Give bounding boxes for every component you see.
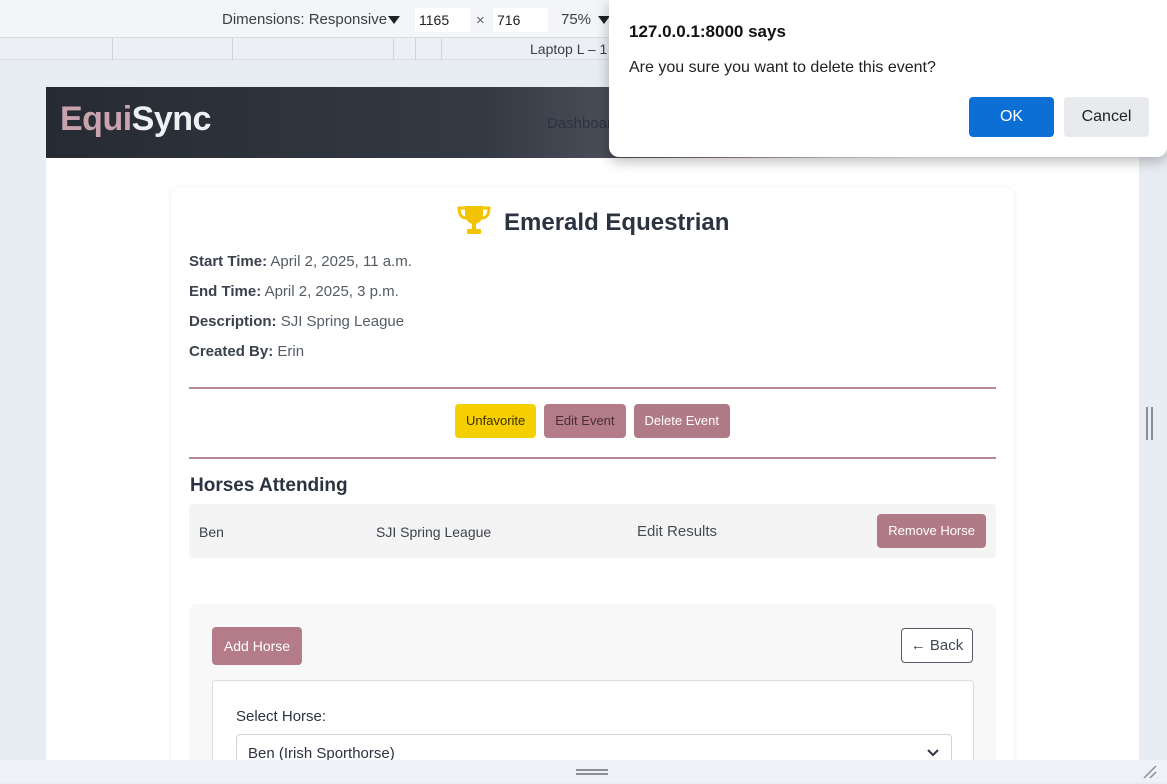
page-viewport: EquiSync Dashboar Emerald Equestrian Sta…: [46, 87, 1139, 760]
ok-button[interactable]: OK: [969, 97, 1054, 137]
chevron-down-icon: [926, 745, 940, 760]
horse-row: Ben SJI Spring League Edit Results Remov…: [189, 504, 996, 558]
add-horse-form: Select Horse: Ben (Irish Sporthorse): [212, 680, 974, 760]
confirm-dialog: 127.0.0.1:8000 says Are you sure you wan…: [609, 0, 1167, 157]
height-input[interactable]: [493, 8, 548, 32]
select-horse-label: Select Horse:: [236, 708, 327, 725]
description-detail: Description: SJI Spring League: [189, 313, 405, 330]
nav-link-dashboard[interactable]: Dashboar: [547, 115, 612, 132]
bottom-resize-handle[interactable]: [576, 769, 608, 775]
media-query-segment[interactable]: [393, 38, 394, 60]
divider: [189, 387, 996, 389]
horse-name: Ben: [199, 524, 224, 540]
event-detail-card: Emerald Equestrian Start Time: April 2, …: [171, 187, 1014, 760]
trophy-icon: [456, 204, 492, 241]
brand-logo[interactable]: EquiSync: [60, 100, 211, 139]
corner-resize-icon[interactable]: [1141, 763, 1157, 784]
select-horse-value: Ben (Irish Sporthorse): [248, 745, 395, 760]
unfavorite-button[interactable]: Unfavorite: [455, 404, 537, 438]
event-title-row: Emerald Equestrian: [171, 204, 1014, 241]
dimensions-dropdown[interactable]: Dimensions: Responsive: [222, 11, 387, 28]
event-actions: Unfavorite Edit Event Delete Event: [171, 404, 1014, 438]
select-horse-dropdown[interactable]: Ben (Irish Sporthorse): [236, 734, 952, 760]
add-horse-button[interactable]: Add Horse: [212, 627, 302, 665]
media-query-segment[interactable]: [112, 38, 113, 60]
media-query-segment[interactable]: [441, 38, 442, 60]
event-title: Emerald Equestrian: [504, 208, 730, 236]
dialog-message: Are you sure you want to delete this eve…: [629, 59, 936, 76]
edit-event-button[interactable]: Edit Event: [544, 404, 626, 438]
dialog-title: 127.0.0.1:8000 says: [629, 22, 786, 41]
media-query-segment[interactable]: [232, 38, 233, 60]
side-resize-handle[interactable]: [1146, 407, 1153, 440]
dimensions-caret-icon[interactable]: [388, 16, 400, 24]
remove-horse-button[interactable]: Remove Horse: [877, 514, 986, 548]
device-preset-label[interactable]: Laptop L – 1: [530, 41, 607, 57]
back-button[interactable]: ← Back: [901, 628, 973, 663]
start-time-detail: Start Time: April 2, 2025, 11 a.m.: [189, 253, 412, 270]
edit-results-link[interactable]: Edit Results: [637, 523, 717, 540]
add-horse-panel: Add Horse ← Back Select Horse: Ben (Iris…: [189, 604, 996, 760]
end-time-detail: End Time: April 2, 2025, 3 p.m.: [189, 283, 399, 300]
zoom-dropdown[interactable]: 75%: [561, 11, 591, 28]
times-symbol: ×: [476, 12, 485, 29]
horse-event: SJI Spring League: [376, 524, 492, 540]
delete-event-button[interactable]: Delete Event: [633, 404, 730, 438]
media-query-segment[interactable]: [415, 38, 416, 60]
width-input[interactable]: [415, 8, 470, 32]
created-by-detail: Created By: Erin: [189, 343, 305, 360]
horses-attending-heading: Horses Attending: [190, 475, 348, 496]
divider: [189, 457, 996, 459]
cancel-button[interactable]: Cancel: [1064, 97, 1149, 137]
